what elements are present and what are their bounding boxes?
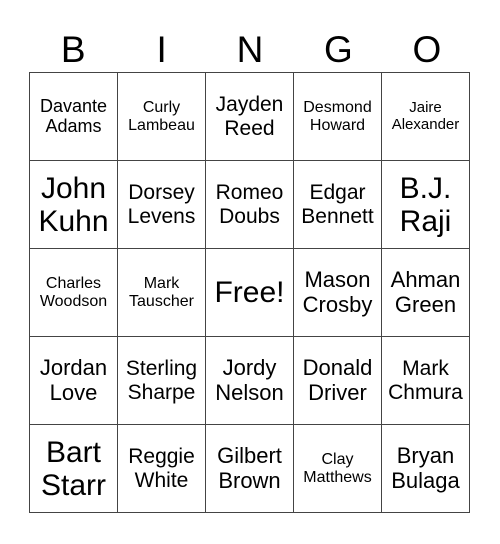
bingo-cell[interactable]: Mason Crosby [293, 248, 382, 337]
bingo-cell[interactable]: Charles Woodson [29, 248, 118, 337]
bingo-cell[interactable]: Clay Matthews [293, 424, 382, 513]
bingo-cell[interactable]: Desmond Howard [293, 72, 382, 161]
bingo-cell[interactable]: B.J. Raji [381, 160, 470, 249]
bingo-grid: Davante Adams Curly Lambeau Jayden Reed … [29, 72, 470, 513]
bingo-cell[interactable]: Bryan Bulaga [381, 424, 470, 513]
bingo-cell[interactable]: Jordan Love [29, 336, 118, 425]
header-letter-o: O [412, 29, 442, 70]
grid-row: Jordan Love Sterling Sharpe Jordy Nelson… [29, 336, 470, 425]
bingo-cell[interactable]: Jayden Reed [205, 72, 294, 161]
header-letter-b: B [60, 29, 86, 70]
bingo-cell[interactable]: Sterling Sharpe [117, 336, 206, 425]
bingo-cell[interactable]: Jordy Nelson [205, 336, 294, 425]
header-letter-g: G [324, 29, 353, 70]
bingo-cell[interactable]: John Kuhn [29, 160, 118, 249]
bingo-cell[interactable]: Jaire Alexander [381, 72, 470, 161]
bingo-cell[interactable]: Ahman Green [381, 248, 470, 337]
bingo-header: B I N G O [29, 28, 471, 72]
bingo-cell[interactable]: Mark Chmura [381, 336, 470, 425]
header-letter-i: I [156, 29, 167, 70]
bingo-cell[interactable]: Davante Adams [29, 72, 118, 161]
bingo-cell[interactable]: Dorsey Levens [117, 160, 206, 249]
grid-row: Bart Starr Reggie White Gilbert Brown Cl… [29, 424, 470, 513]
bingo-cell[interactable]: Gilbert Brown [205, 424, 294, 513]
bingo-cell[interactable]: Curly Lambeau [117, 72, 206, 161]
bingo-cell[interactable]: Reggie White [117, 424, 206, 513]
bingo-cell[interactable]: Romeo Doubs [205, 160, 294, 249]
bingo-cell[interactable]: Donald Driver [293, 336, 382, 425]
free-space-cell[interactable]: Free! [205, 248, 294, 337]
bingo-cell[interactable]: Mark Tauscher [117, 248, 206, 337]
grid-row: Charles Woodson Mark Tauscher Free! Maso… [29, 248, 470, 337]
header-letter-n: N [236, 29, 264, 70]
bingo-cell[interactable]: Bart Starr [29, 424, 118, 513]
bingo-cell[interactable]: Edgar Bennett [293, 160, 382, 249]
grid-row: Davante Adams Curly Lambeau Jayden Reed … [29, 72, 470, 161]
grid-row: John Kuhn Dorsey Levens Romeo Doubs Edga… [29, 160, 470, 249]
